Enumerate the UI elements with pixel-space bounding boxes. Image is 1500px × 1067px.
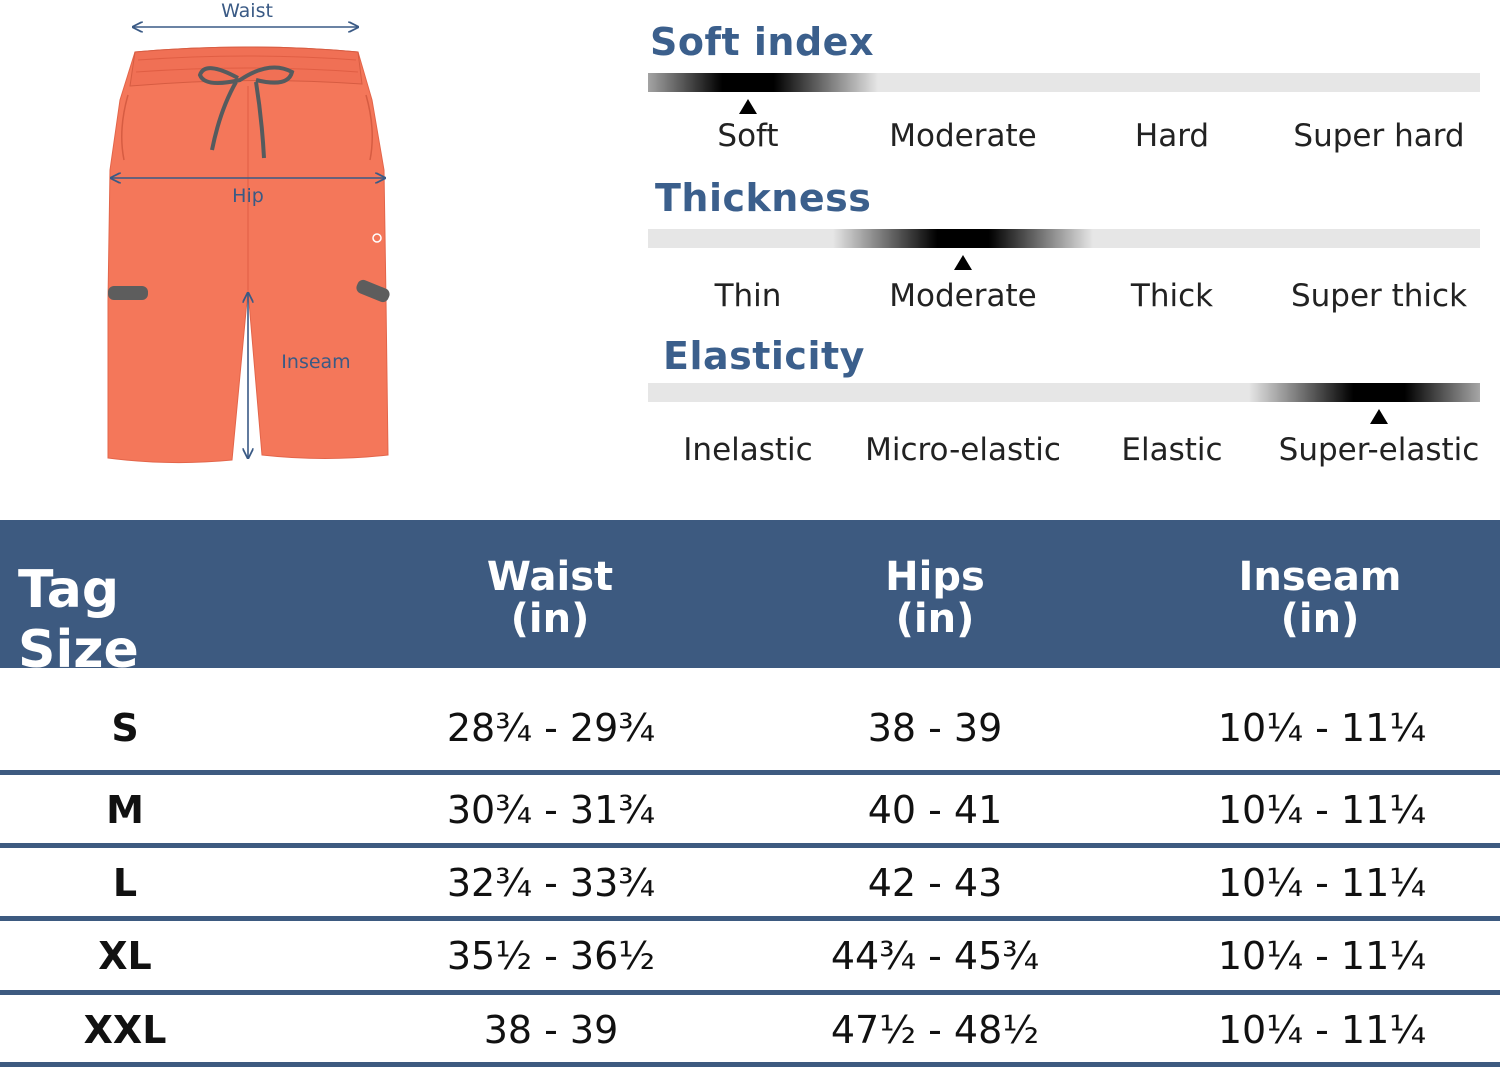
- scale-option-label: Moderate: [889, 118, 1037, 154]
- table-cell-waist: 28¾ - 29¾: [446, 706, 656, 750]
- hip-label: Hip: [232, 185, 264, 207]
- scale-title: Soft index: [650, 20, 874, 64]
- row-divider: [0, 990, 1500, 995]
- table-cell-size: S: [111, 706, 139, 750]
- header-waist: Waist (in): [400, 556, 700, 640]
- scale-marker-icon: [954, 255, 972, 270]
- scale-option-label: Soft: [717, 118, 779, 154]
- inseam-label: Inseam: [281, 351, 350, 373]
- header-inseam: Inseam (in): [1170, 556, 1470, 640]
- table-cell-hips: 38 - 39: [867, 706, 1003, 750]
- size-table-header: Tag Size Waist (in) Hips (in) Inseam (in…: [0, 520, 1500, 680]
- row-divider: [0, 1062, 1500, 1067]
- header-hips-label: Hips: [885, 554, 985, 600]
- table-cell-inseam: 10¼ - 11¼: [1217, 1008, 1427, 1052]
- scale-bar: [648, 229, 1480, 248]
- scale-bar: [648, 383, 1480, 402]
- scale-option-label: Thin: [714, 278, 782, 314]
- table-cell-hips: 40 - 41: [867, 788, 1003, 832]
- header-hips-unit: (in): [895, 596, 975, 642]
- scale-fill: [1249, 383, 1480, 402]
- table-cell-size: M: [106, 788, 144, 832]
- scale-marker-icon: [1370, 409, 1388, 424]
- scale-option-label: Super hard: [1293, 118, 1465, 154]
- table-cell-hips: 47½ - 48½: [830, 1008, 1040, 1052]
- scale-option-label: Micro-elastic: [865, 432, 1061, 468]
- row-divider: [0, 843, 1500, 848]
- scale-fill: [833, 229, 1093, 248]
- waist-label: Waist: [221, 0, 273, 22]
- table-cell-hips: 42 - 43: [867, 861, 1003, 905]
- scale-option-label: Inelastic: [683, 432, 813, 468]
- header-hips: Hips (in): [785, 556, 1085, 640]
- scale-option-label: Super thick: [1290, 278, 1468, 314]
- table-cell-inseam: 10¼ - 11¼: [1217, 861, 1427, 905]
- scale-title: Thickness: [655, 176, 872, 220]
- table-cell-waist: 35½ - 36½: [446, 934, 656, 978]
- header-inseam-unit: (in): [1280, 596, 1360, 642]
- table-cell-waist: 30¾ - 31¾: [446, 788, 656, 832]
- header-waist-label: Waist: [486, 554, 614, 600]
- table-cell-size: L: [112, 861, 138, 905]
- scale-option-label: Elastic: [1121, 432, 1223, 468]
- shorts-illustration: [107, 46, 390, 464]
- table-cell-size: XXL: [83, 1008, 167, 1052]
- header-waist-unit: (in): [510, 596, 590, 642]
- row-divider: [0, 770, 1500, 775]
- table-cell-size: XL: [98, 934, 152, 978]
- shorts-diagram: Waist Hip Inseam: [107, 0, 390, 464]
- table-cell-hips: 44¾ - 45¾: [830, 934, 1040, 978]
- table-cell-inseam: 10¼ - 11¼: [1217, 934, 1427, 978]
- scale-fill: [648, 73, 878, 92]
- scale-option-label: Hard: [1134, 118, 1210, 154]
- table-cell-inseam: 10¼ - 11¼: [1217, 788, 1427, 832]
- scale-option-label: Super-elastic: [1278, 432, 1480, 468]
- header-tag-size: Tag Size: [18, 560, 139, 680]
- scale-option-label: Thick: [1130, 278, 1214, 314]
- table-cell-waist: 38 - 39: [483, 1008, 619, 1052]
- row-divider: [0, 916, 1500, 921]
- header-inseam-label: Inseam: [1238, 554, 1402, 600]
- table-cell-waist: 32¾ - 33¾: [446, 861, 656, 905]
- scale-option-label: Moderate: [889, 278, 1037, 314]
- scale-bar: [648, 73, 1480, 92]
- table-cell-inseam: 10¼ - 11¼: [1217, 706, 1427, 750]
- scale-marker-icon: [739, 99, 757, 114]
- scale-title: Elasticity: [663, 334, 865, 378]
